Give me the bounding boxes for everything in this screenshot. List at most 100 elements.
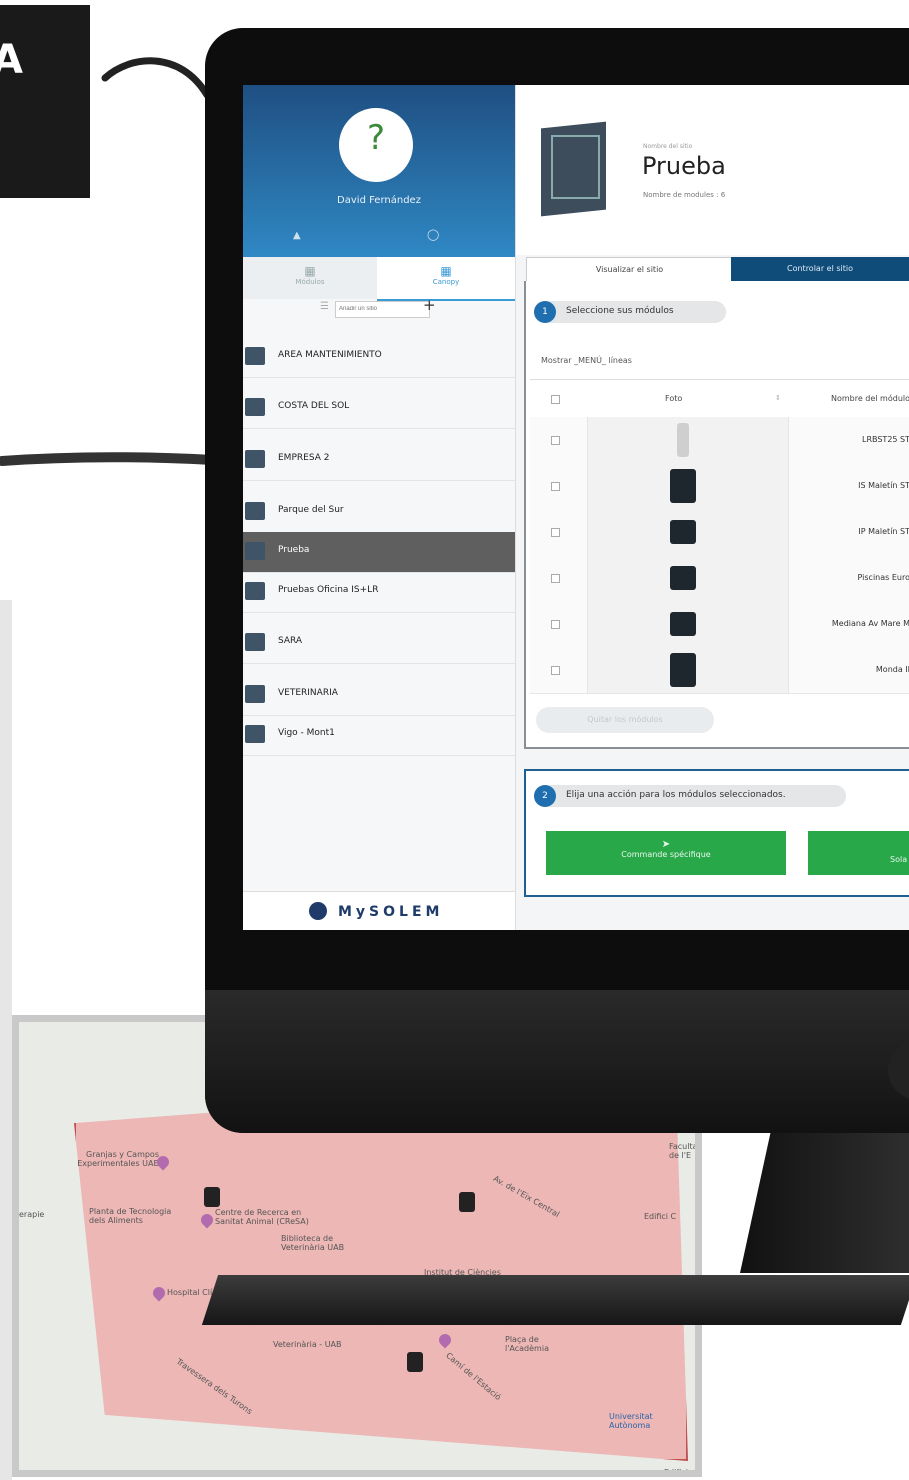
site-item[interactable]: AREA MANTENIMIENTO (243, 337, 515, 378)
site-label: AREA MANTENIMIENTO (278, 350, 382, 360)
module-name: IS Maletín ST (858, 481, 909, 490)
table-header: Foto ⇕ Nombre del módulo (530, 379, 909, 419)
row-checkbox[interactable] (551, 666, 560, 675)
map-label: Granjas y Campos Experimentales UAB (77, 1150, 159, 1168)
map-label: Edifici B (664, 1468, 689, 1477)
add-site-icon[interactable]: + (423, 296, 436, 314)
row-checkbox[interactable] (551, 574, 560, 583)
power-icon[interactable]: ◯ (427, 228, 439, 241)
monitor-stand (740, 1133, 909, 1273)
module-photo (587, 601, 789, 647)
map-label: erapie (19, 1210, 45, 1219)
tab-modulos[interactable]: ▦ Módulos (243, 257, 377, 299)
page-title: Prueba (642, 152, 726, 180)
module-photo (587, 463, 789, 509)
table-row[interactable]: LRBST25 ST (530, 417, 909, 464)
module-photo (587, 509, 789, 555)
row-checkbox[interactable] (551, 620, 560, 629)
module-name: LRBST25 ST (861, 435, 909, 444)
site-item[interactable]: EMPRESA 2 (243, 440, 515, 481)
row-checkbox[interactable] (551, 528, 560, 537)
decorative-stroke (0, 452, 215, 466)
tab-visualize[interactable]: Visualizar el sitio (526, 257, 733, 283)
table-row[interactable]: Monda II (530, 647, 909, 694)
site-item[interactable]: SARA (243, 623, 515, 664)
table-row[interactable]: IS Maletín ST (530, 463, 909, 510)
site-item-active[interactable]: Prueba (243, 532, 515, 573)
map-label: Plaça de l'Acadèmia (505, 1335, 549, 1353)
site-item[interactable]: VETERINARIA (243, 675, 515, 716)
table-row[interactable]: Mediana Av Mare M (530, 601, 909, 648)
site-label: Vigo - Mont1 (278, 728, 335, 738)
site-item[interactable]: Parque del Sur (243, 492, 515, 533)
map-label: Centre de Recerca en Sanitat Animal (CRe… (215, 1208, 309, 1226)
modules-count: Nombre de modules : 6 (643, 191, 726, 199)
step-label: Seleccione sus módulos (566, 306, 674, 316)
select-all-checkbox[interactable] (551, 395, 560, 404)
column-name[interactable]: Nombre del módulo (788, 394, 909, 403)
map-label: Biblioteca de Veterinària UAB (281, 1234, 345, 1252)
module-marker-icon[interactable] (459, 1192, 475, 1212)
site-label: VETERINARIA (278, 688, 338, 698)
site-item[interactable]: COSTA DEL SOL (243, 388, 515, 429)
module-name: Mediana Av Mare M (831, 619, 909, 628)
brand-footer: MySOLEM (243, 891, 515, 930)
module-photo (587, 647, 789, 693)
site-item[interactable]: Vigo - Mont1 (243, 715, 515, 756)
map-label: Facultat de l'E (669, 1142, 701, 1160)
column-photo[interactable]: Foto (665, 394, 682, 403)
table-row[interactable]: IP Maletín ST (530, 509, 909, 556)
tab-label: Canopy (432, 278, 460, 286)
tab-label: Módulos (295, 278, 325, 286)
user-name: David Fernández (337, 195, 421, 206)
row-checkbox[interactable] (551, 436, 560, 445)
module-marker-icon[interactable] (407, 1352, 423, 1372)
device-image (670, 653, 696, 687)
device-image (670, 469, 696, 503)
app-screen: ? David Fernández ▲ ◯ ▦ Módulos ▦ Canopy… (243, 85, 909, 930)
avatar[interactable]: ? (339, 108, 413, 182)
commande-specifique-button[interactable]: ➤ Commande spécifique (546, 831, 786, 875)
tab-control[interactable]: Controlar el sitio (731, 257, 909, 281)
module-name: Monda II (875, 665, 909, 674)
rows-per-page[interactable]: Mostrar _MENÚ_ líneas (541, 356, 632, 365)
sidebar-tabs: ▦ Módulos ▦ Canopy (243, 257, 515, 301)
site-header: Nombre del sitio Prueba Nombre de module… (516, 85, 909, 255)
site-item[interactable]: Pruebas Oficina IS+LR (243, 572, 515, 613)
map-icon (245, 398, 265, 416)
step-two: 2 Elija una acción para los módulos sele… (534, 785, 846, 807)
row-checkbox[interactable] (551, 482, 560, 491)
module-marker-icon[interactable] (204, 1187, 220, 1207)
map-label: Edifici C (644, 1212, 677, 1221)
device-image (677, 423, 689, 457)
action-button[interactable]: Sola (808, 831, 909, 875)
map-icon (245, 542, 265, 560)
tab-canopy[interactable]: ▦ Canopy (377, 257, 515, 301)
view-tabs: Visualizar el sitio Controlar el sitio (526, 257, 909, 283)
module-name: Piscinas Euro (857, 573, 909, 582)
map-icon: ▦ (440, 264, 452, 278)
site-label: Parque del Sur (278, 505, 344, 515)
user-question-icon: ? (366, 118, 386, 158)
map-icon (245, 582, 265, 600)
background-panel (0, 600, 12, 1480)
table-row[interactable]: Piscinas Euro (530, 555, 909, 602)
device-image (670, 612, 696, 636)
map-label: Universitat Autònoma (609, 1412, 653, 1430)
site-polygon[interactable] (74, 1077, 688, 1461)
step-one: 1 Seleccione sus módulos (534, 301, 726, 323)
map-label: Planta de Tecnologia dels Aliments (89, 1207, 172, 1225)
user-icon[interactable]: ▲ (293, 230, 301, 241)
action-panel: 2 Elija una acción para los módulos sele… (524, 769, 909, 897)
map-icon (245, 633, 265, 651)
send-icon: ➤ (661, 839, 671, 850)
site-search-input[interactable] (335, 301, 430, 318)
button-label: Commande spécifique (621, 850, 711, 859)
site-label: Pruebas Oficina IS+LR (278, 585, 379, 595)
corner-label: A (0, 5, 90, 198)
decorative-arrow (101, 57, 210, 99)
sort-icon[interactable]: ⇕ (775, 394, 781, 402)
map-label: Veterinària - UAB (273, 1340, 342, 1349)
remove-modules-button[interactable]: Quitar los módulos (536, 707, 714, 733)
grid-icon: ▦ (304, 264, 316, 278)
